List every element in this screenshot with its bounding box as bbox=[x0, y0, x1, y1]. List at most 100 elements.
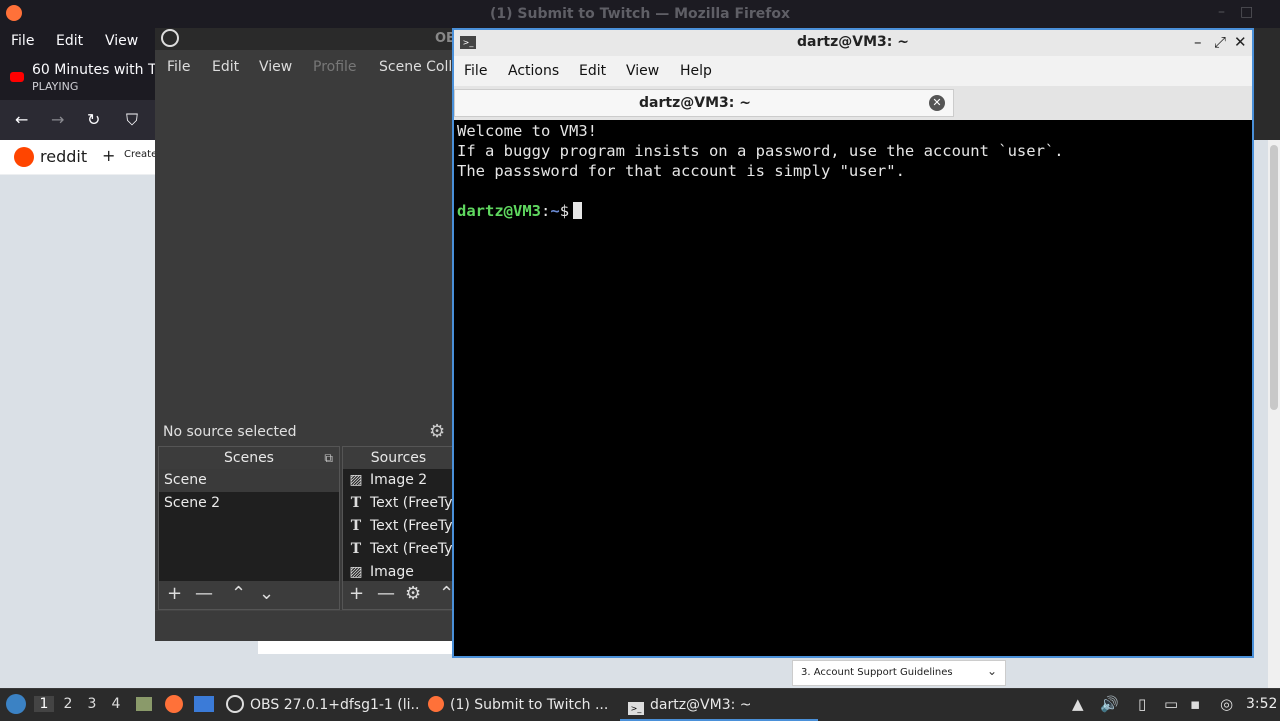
text-icon: T bbox=[350, 518, 362, 534]
terminal-menu-actions[interactable]: Actions bbox=[508, 63, 559, 79]
rules-dropdown-label: 3. Account Support Guidelines bbox=[801, 667, 953, 678]
terminal-menu-view[interactable]: View bbox=[626, 63, 659, 79]
volume-icon[interactable]: 🔊 bbox=[1100, 695, 1119, 713]
back-icon[interactable]: ← bbox=[15, 110, 28, 129]
plus-icon[interactable]: + bbox=[102, 146, 115, 165]
text-icon: T bbox=[350, 495, 362, 511]
update-icon[interactable]: ▪ bbox=[1190, 695, 1200, 713]
minimize-icon[interactable]: – bbox=[1194, 33, 1202, 51]
source-label: Text (FreeTy bbox=[370, 518, 453, 534]
obs-menu-file[interactable]: File bbox=[167, 59, 190, 75]
obs-logo-icon bbox=[161, 29, 179, 47]
add-scene-icon[interactable]: + bbox=[167, 583, 182, 604]
move-up-icon[interactable]: ⌃ bbox=[231, 583, 246, 604]
add-source-icon[interactable]: + bbox=[349, 583, 364, 604]
network-icon[interactable]: ▭ bbox=[1164, 695, 1178, 713]
move-down-icon[interactable]: ⌄ bbox=[259, 583, 274, 604]
firefox-navbar: ← → ↻ ⛉ bbox=[0, 100, 160, 140]
source-label: Text (FreeTy bbox=[370, 541, 453, 557]
obs-menu-profile[interactable]: Profile bbox=[313, 59, 357, 75]
scenes-title: Scenes bbox=[224, 450, 274, 466]
taskbar-task-terminal[interactable]: >_ dartz@VM3: ~ bbox=[620, 691, 818, 721]
terminal-line: If a buggy program insists on a password… bbox=[457, 142, 1064, 160]
firefox-menubar: File Edit View bbox=[0, 28, 160, 56]
firefox-icon bbox=[428, 696, 444, 712]
maximize-icon[interactable]: ⤢ bbox=[1214, 33, 1226, 51]
terminal-titlebar[interactable]: >_ dartz@VM3: ~ – ⤢ ✕ bbox=[454, 30, 1252, 56]
workspace-4[interactable]: 4 bbox=[106, 696, 126, 712]
clipboard-icon[interactable]: ▯ bbox=[1138, 695, 1146, 713]
source-item[interactable]: ▨ Image bbox=[343, 561, 454, 581]
prompt-separator: : bbox=[541, 202, 551, 220]
shield-icon[interactable]: ⛉ bbox=[126, 110, 138, 130]
taskbar-task-firefox[interactable]: (1) Submit to Twitch ... bbox=[424, 691, 614, 719]
workspace-1[interactable]: 1 bbox=[34, 696, 54, 712]
prompt-path: ~ bbox=[550, 202, 560, 220]
workspace-3[interactable]: 3 bbox=[82, 696, 102, 712]
close-tab-icon[interactable]: ✕ bbox=[929, 95, 945, 111]
terminal-line: Welcome to VM3! bbox=[457, 122, 597, 140]
firefox-scrollbar-thumb[interactable] bbox=[1270, 145, 1278, 410]
prompt-user-host: dartz@VM3 bbox=[457, 202, 541, 220]
firefox-tab-title[interactable]: 60 Minutes with Th bbox=[32, 62, 165, 78]
terminal-cursor bbox=[573, 202, 583, 219]
gear-icon[interactable]: ⚙ bbox=[405, 583, 421, 604]
desktop-icon[interactable] bbox=[194, 696, 214, 712]
scenes-header: Scenes ⧉ bbox=[159, 447, 339, 469]
create-post-button[interactable]: Create bbox=[124, 149, 157, 160]
reload-icon[interactable]: ↻ bbox=[87, 110, 100, 129]
firefox-menu-file[interactable]: File bbox=[11, 33, 34, 49]
rules-dropdown[interactable]: 3. Account Support Guidelines ⌄ bbox=[792, 660, 1006, 686]
source-label: Text (FreeTy bbox=[370, 495, 453, 511]
workspace-2[interactable]: 2 bbox=[58, 696, 78, 712]
terminal-output[interactable]: Welcome to VM3! If a buggy program insis… bbox=[454, 120, 1252, 656]
obs-window: OB File Edit View Profile Scene Colle No… bbox=[155, 28, 461, 641]
obs-menu-scene-collection[interactable]: Scene Colle bbox=[379, 59, 461, 75]
scene-item[interactable]: Scene bbox=[159, 469, 339, 492]
source-item[interactable]: T Text (FreeTy bbox=[343, 515, 454, 538]
terminal-tab[interactable]: dartz@VM3: ~ ✕ bbox=[454, 89, 954, 117]
file-manager-icon[interactable] bbox=[136, 697, 152, 711]
source-item[interactable]: ▨ Image 2 bbox=[343, 469, 454, 492]
scenes-list: Scene Scene 2 bbox=[159, 469, 339, 581]
firefox-window-title: (1) Submit to Twitch — Mozilla Firefox bbox=[490, 6, 790, 22]
tray-up-icon[interactable]: ▲ bbox=[1072, 695, 1084, 713]
terminal-menu-help[interactable]: Help bbox=[680, 63, 712, 79]
minimize-icon[interactable]: – bbox=[1218, 4, 1225, 20]
obs-menubar: File Edit View Profile Scene Colle bbox=[155, 56, 461, 80]
terminal-tabbar: dartz@VM3: ~ ✕ bbox=[454, 86, 1252, 120]
obs-menu-edit[interactable]: Edit bbox=[212, 59, 239, 75]
firefox-menu-edit[interactable]: Edit bbox=[56, 33, 83, 49]
reddit-wordmark[interactable]: reddit bbox=[40, 147, 87, 166]
terminal-icon: >_ bbox=[628, 702, 644, 715]
obs-icon bbox=[226, 695, 244, 713]
terminal-prompt: dartz@VM3:~$ bbox=[457, 202, 583, 220]
taskbar-task-label: OBS 27.0.1+dfsg1-1 (li... bbox=[250, 697, 418, 713]
terminal-menu-edit[interactable]: Edit bbox=[579, 63, 606, 79]
reddit-logo-icon[interactable] bbox=[14, 147, 34, 167]
source-item[interactable]: T Text (FreeTy bbox=[343, 492, 454, 515]
gear-icon[interactable]: ⚙ bbox=[429, 421, 445, 442]
firefox-icon[interactable] bbox=[165, 695, 183, 713]
obs-menu-view[interactable]: View bbox=[259, 59, 292, 75]
scene-item[interactable]: Scene 2 bbox=[159, 492, 339, 515]
taskbar-task-obs[interactable]: OBS 27.0.1+dfsg1-1 (li... bbox=[222, 691, 418, 719]
firefox-tab-playing-label: PLAYING bbox=[32, 80, 79, 93]
forward-icon[interactable]: → bbox=[51, 110, 64, 129]
source-item[interactable]: T Text (FreeTy bbox=[343, 538, 454, 561]
source-label: Image 2 bbox=[370, 472, 428, 488]
terminal-menu-file[interactable]: File bbox=[464, 63, 487, 79]
close-icon[interactable]: ✕ bbox=[1234, 33, 1247, 51]
firefox-menu-view[interactable]: View bbox=[105, 33, 138, 49]
clock[interactable]: 3:52 bbox=[1246, 696, 1277, 712]
remove-scene-icon[interactable]: — bbox=[195, 583, 213, 604]
undock-icon[interactable]: ⧉ bbox=[324, 447, 333, 469]
firefox-titlebar: (1) Submit to Twitch — Mozilla Firefox –… bbox=[0, 0, 1280, 28]
firefox-tabbar: 60 Minutes with Th PLAYING bbox=[0, 56, 165, 100]
notification-icon[interactable]: ◎ bbox=[1220, 695, 1233, 713]
start-menu-icon[interactable] bbox=[6, 694, 26, 714]
maximize-icon[interactable]: □ bbox=[1240, 4, 1253, 20]
taskbar-task-label: (1) Submit to Twitch ... bbox=[450, 697, 609, 713]
obs-preview[interactable] bbox=[155, 80, 455, 420]
remove-source-icon[interactable]: — bbox=[377, 583, 395, 604]
